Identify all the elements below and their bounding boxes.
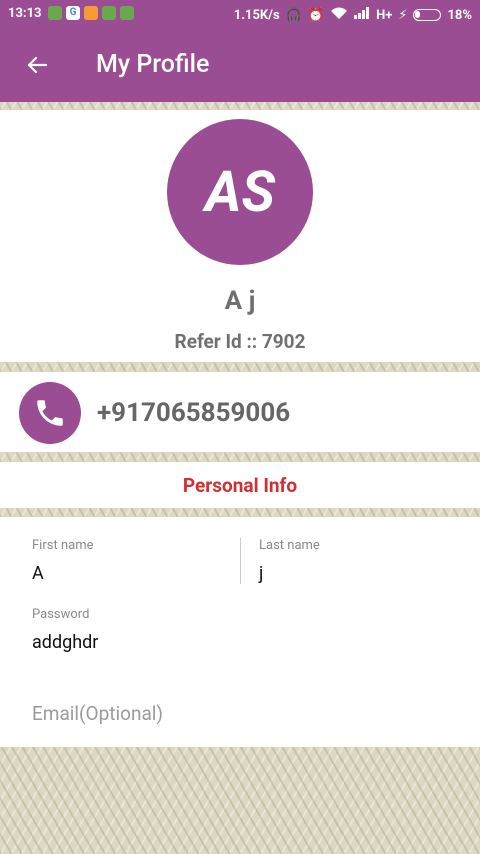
first-name-field[interactable]: A xyxy=(32,563,44,584)
google-icon: G xyxy=(66,6,80,20)
alarm-icon: ⏰ xyxy=(307,7,325,23)
phone-icon[interactable] xyxy=(19,382,81,444)
email-field[interactable]: Email(Optional) xyxy=(32,702,163,725)
refer-id: Refer Id :: 7902 xyxy=(174,330,306,353)
app-icon xyxy=(84,6,98,20)
password-label: Password xyxy=(32,607,90,622)
divider-pattern xyxy=(0,102,480,110)
last-name-label: Last name xyxy=(259,538,320,553)
status-right: 1.15K/s 🎧 ⏰ H+ ⚡ 18% xyxy=(234,6,472,24)
signal-icon xyxy=(354,7,370,23)
phone-number: +917065859006 xyxy=(97,398,291,428)
battery-icon xyxy=(413,9,442,21)
battery-level: 18% xyxy=(447,7,472,23)
app-icon xyxy=(48,6,62,20)
network-speed: 1.15K/s xyxy=(233,7,280,23)
profile-name: A j xyxy=(224,286,256,316)
background-pattern xyxy=(0,747,480,854)
charging-icon: ⚡ xyxy=(398,7,408,23)
app-icon xyxy=(102,6,116,20)
network-type: H+ xyxy=(376,7,393,23)
divider-pattern xyxy=(0,508,480,517)
status-time: 13:13 xyxy=(8,6,42,21)
divider-pattern xyxy=(0,452,480,462)
app-icon xyxy=(120,6,134,20)
password-field[interactable]: addghdr xyxy=(32,632,98,653)
wifi-icon xyxy=(330,6,348,24)
first-name-label: First name xyxy=(32,538,94,553)
toolbar: My Profile xyxy=(0,28,480,102)
back-arrow-icon[interactable] xyxy=(26,54,48,76)
page-title: My Profile xyxy=(96,50,210,79)
last-name-field[interactable]: j xyxy=(259,563,263,584)
divider-pattern xyxy=(0,362,480,372)
status-bar: 13:13 G 1.15K/s 🎧 ⏰ H+ ⚡ 18% xyxy=(0,0,480,28)
notification-icons: G xyxy=(48,6,134,20)
personal-info-heading: Personal Info xyxy=(182,474,298,497)
field-divider xyxy=(240,538,241,584)
headphone-icon: 🎧 xyxy=(285,7,302,23)
avatar[interactable]: AS xyxy=(167,119,313,265)
